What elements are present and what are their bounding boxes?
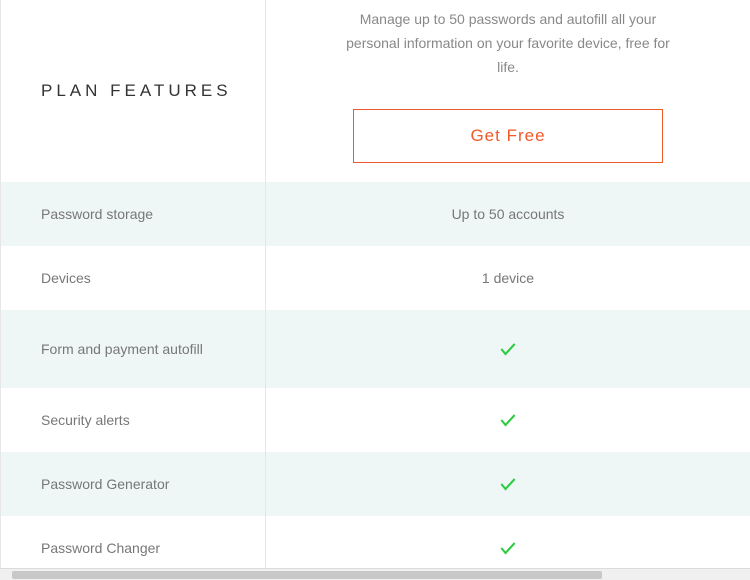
get-free-button[interactable]: Get Free xyxy=(353,109,663,163)
feature-label: Password storage xyxy=(1,182,266,246)
pricing-table-container: PLAN FEATURES Manage up to 50 passwords … xyxy=(0,0,750,580)
feature-value: Up to 50 accounts xyxy=(266,182,750,246)
table-row: Form and payment autofill xyxy=(1,310,750,388)
feature-value xyxy=(266,452,750,516)
feature-label: Security alerts xyxy=(1,388,266,452)
plan-summary-cell: Manage up to 50 passwords and autofill a… xyxy=(266,0,750,182)
table-row: Password storage Up to 50 accounts xyxy=(1,182,750,246)
feature-label: Form and payment autofill xyxy=(1,310,266,388)
feature-label: Password Generator xyxy=(1,452,266,516)
feature-label: Devices xyxy=(1,246,266,310)
check-icon xyxy=(498,339,518,359)
check-icon xyxy=(498,538,518,558)
table-row: Security alerts xyxy=(1,388,750,452)
table-row: Password Generator xyxy=(1,452,750,516)
plan-features-heading: PLAN FEATURES xyxy=(41,78,232,104)
horizontal-scrollbar[interactable] xyxy=(0,568,750,580)
features-table: Password storage Up to 50 accounts Devic… xyxy=(1,182,750,580)
top-section: PLAN FEATURES Manage up to 50 passwords … xyxy=(1,0,750,182)
scrollbar-thumb[interactable] xyxy=(12,571,602,579)
plan-description: Manage up to 50 passwords and autofill a… xyxy=(338,8,678,79)
feature-value xyxy=(266,388,750,452)
table-row: Devices 1 device xyxy=(1,246,750,310)
feature-value xyxy=(266,310,750,388)
plan-features-heading-cell: PLAN FEATURES xyxy=(1,0,266,182)
feature-value: 1 device xyxy=(266,246,750,310)
check-icon xyxy=(498,474,518,494)
check-icon xyxy=(498,410,518,430)
